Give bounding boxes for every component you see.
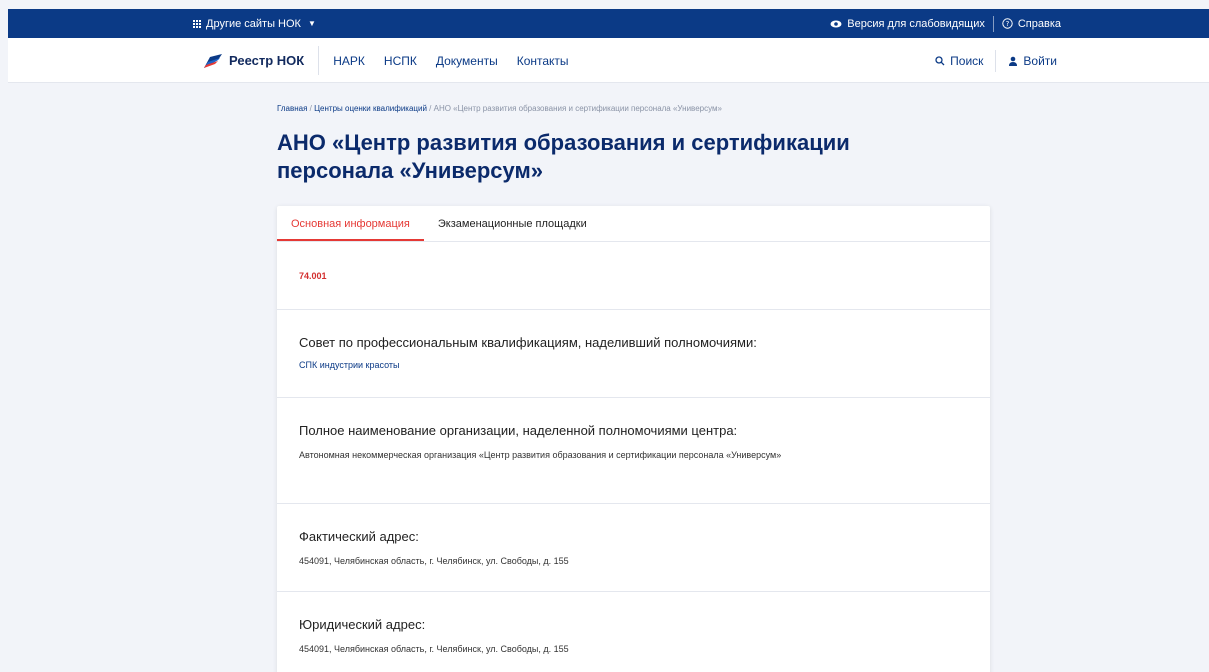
top-bar: Другие сайты НОК ▼ Версия для слабовидящ… [8,9,1209,38]
page-title: АНО «Центр развития образования и сертиф… [277,130,850,183]
site-logo[interactable]: Реестр НОК [203,46,320,75]
legal-address-section: Юридический адрес: 454091, Челябинская о… [277,592,990,672]
actual-address-heading: Фактический адрес: [299,529,419,544]
help-link[interactable]: ? Справка [994,9,1069,38]
main-nav: Реестр НОК НАРК НСПК Документы Контакты … [8,38,1209,83]
other-sites-dropdown[interactable]: Другие сайты НОК ▼ [193,18,316,30]
svg-text:?: ? [1005,20,1009,28]
full-name-section: Полное наименование организации, наделен… [277,398,990,504]
council-section: Совет по профессиональным квалификациям,… [277,310,990,398]
help-label: Справка [1017,17,1061,30]
logo-text: Реестр НОК [229,53,305,68]
breadcrumb: Главная / Центры оценки квалификаций / А… [277,104,722,113]
accessibility-label: Версия для слабовидящих [847,17,985,30]
legal-address-value: 454091, Челябинская область, г. Челябинс… [299,644,569,654]
center-code: 74.001 [299,271,327,281]
tab-exam-sites[interactable]: Экзаменационные площадки [424,206,601,241]
user-icon [1009,56,1018,66]
login-button[interactable]: Войти [996,54,1069,68]
flag-logo-icon [204,53,222,68]
legal-address-heading: Юридический адрес: [299,617,426,632]
search-label: Поиск [950,53,984,68]
grid-icon [193,19,201,28]
council-heading: Совет по профессиональным квалификациям,… [299,335,757,350]
search-button[interactable]: Поиск [923,54,995,68]
caret-down-icon: ▼ [307,19,316,28]
breadcrumb-home[interactable]: Главная [277,104,307,113]
center-code-section: 74.001 [277,242,990,310]
tab-main-info[interactable]: Основная информация [277,206,424,241]
breadcrumb-separator: / [426,104,434,113]
info-card: Основная информация Экзаменационные площ… [277,206,990,672]
full-name-heading: Полное наименование организации, наделен… [299,423,738,438]
breadcrumb-centers[interactable]: Центры оценки квалификаций [314,104,427,113]
help-circle-icon: ? [1002,18,1013,29]
actual-address-section: Фактический адрес: 454091, Челябинская о… [277,504,990,592]
breadcrumb-current: АНО «Центр развития образования и сертиф… [433,104,722,113]
nav-link-nspk[interactable]: НСПК [384,54,417,68]
eye-icon [830,20,842,27]
nav-link-documents[interactable]: Документы [436,54,498,68]
nav-link-contacts[interactable]: Контакты [517,54,569,68]
full-name-value: Автономная некоммерческая организация «Ц… [299,450,782,460]
nav-link-nark[interactable]: НАРК [333,54,365,68]
actual-address-value: 454091, Челябинская область, г. Челябинс… [299,556,569,566]
council-link[interactable]: СПК индустрии красоты [299,360,400,370]
tab-bar: Основная информация Экзаменационные площ… [277,206,990,242]
other-sites-label: Другие сайты НОК [206,17,301,30]
search-icon [935,55,945,65]
login-label: Войти [1023,53,1057,68]
accessibility-link[interactable]: Версия для слабовидящих [822,9,993,38]
